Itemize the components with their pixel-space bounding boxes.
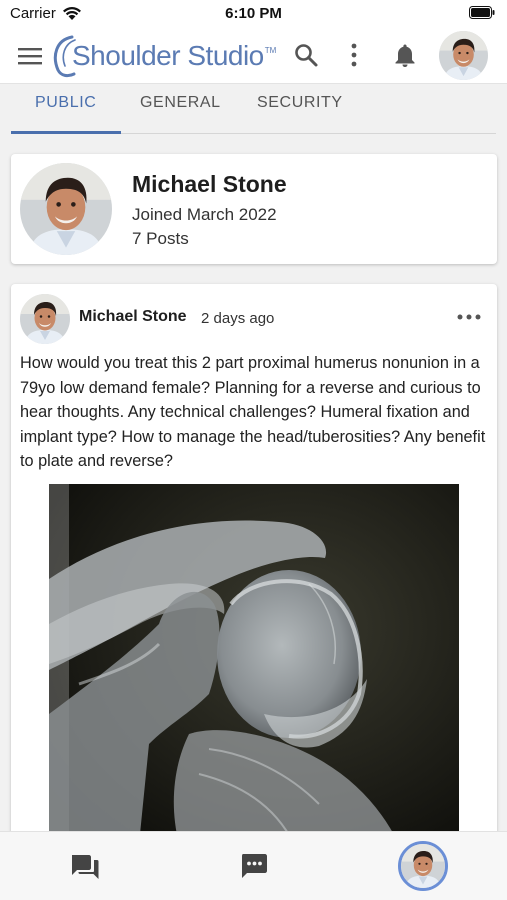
tab-general[interactable]: GENERAL xyxy=(140,94,221,112)
status-time: 6:10 PM xyxy=(225,5,282,22)
profile-tab-avatar[interactable] xyxy=(398,841,448,891)
more-vert-icon[interactable] xyxy=(344,42,364,68)
app-bar: Shoulder Studio TM xyxy=(0,28,507,84)
avatar-photo xyxy=(20,294,70,344)
app-logo[interactable]: Shoulder Studio TM xyxy=(52,32,276,80)
profile-card: Michael Stone Joined March 2022 7 Posts xyxy=(11,154,497,264)
post-author-name[interactable]: Michael Stone xyxy=(79,308,187,326)
profile-joined-date: Joined March 2022 xyxy=(132,205,277,224)
forum-icon[interactable] xyxy=(70,852,100,880)
user-avatar[interactable] xyxy=(439,31,488,80)
chat-icon[interactable] xyxy=(240,852,268,880)
menu-icon[interactable] xyxy=(17,45,43,67)
post-card: Michael Stone 2 days ago How would you t… xyxy=(11,284,497,900)
logo-trademark: TM xyxy=(264,46,277,55)
avatar-photo xyxy=(401,844,445,888)
battery-icon xyxy=(469,6,495,19)
tab-bar: PUBLIC GENERAL SECURITY xyxy=(0,84,507,134)
profile-post-count: 7 Posts xyxy=(132,229,189,248)
post-body-text: How would you treat this 2 part proximal… xyxy=(20,354,486,470)
logo-text: Shoulder Studio xyxy=(72,40,264,71)
search-icon[interactable] xyxy=(293,42,319,68)
avatar-photo xyxy=(20,163,112,255)
post-xray-image[interactable] xyxy=(49,484,459,844)
profile-name: Michael Stone xyxy=(132,171,287,197)
tab-active-indicator xyxy=(11,131,121,134)
bottom-navigation xyxy=(0,831,507,900)
status-bar: Carrier 6:10 PM xyxy=(0,0,507,28)
more-horiz-icon[interactable] xyxy=(455,309,483,325)
post-author-avatar[interactable] xyxy=(20,294,70,344)
avatar-photo xyxy=(439,31,488,80)
post-timestamp: 2 days ago xyxy=(201,310,275,327)
profile-avatar xyxy=(20,163,112,255)
tab-security[interactable]: SECURITY xyxy=(257,94,343,112)
bell-icon[interactable] xyxy=(392,42,418,68)
tab-public[interactable]: PUBLIC xyxy=(35,94,96,112)
xray-photo xyxy=(49,484,459,844)
